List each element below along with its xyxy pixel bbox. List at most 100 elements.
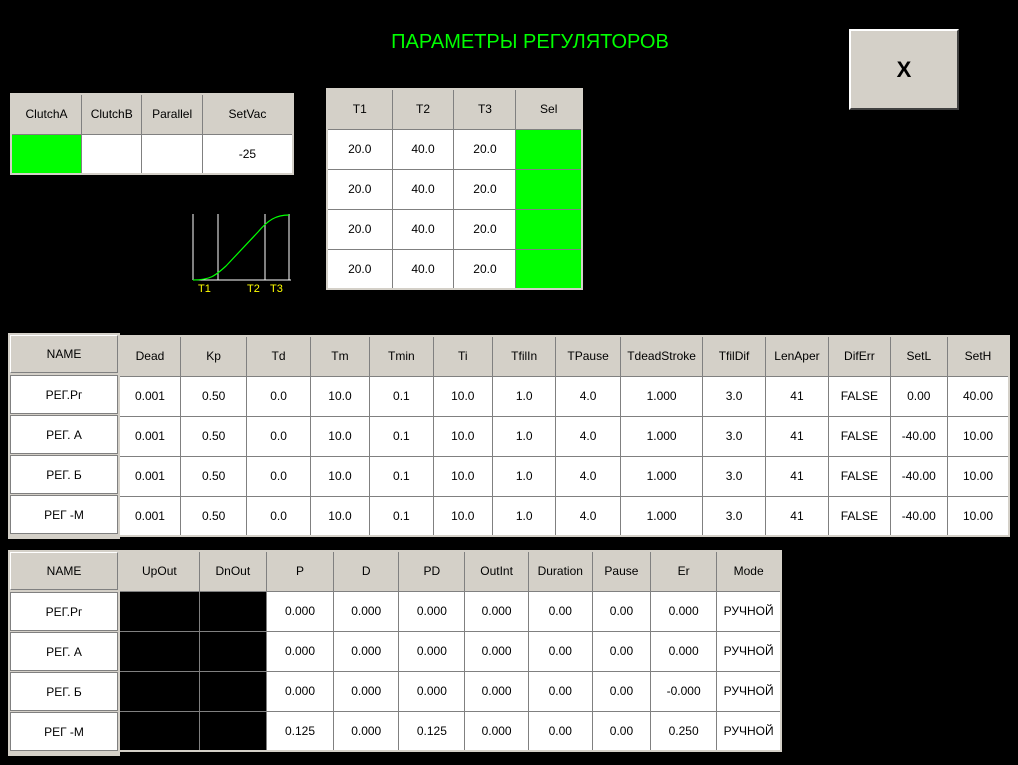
tfildif-cell[interactable]: 3.0: [702, 415, 766, 457]
mode-cell[interactable]: РУЧНОЙ: [716, 670, 782, 712]
sel-indicator[interactable]: [515, 168, 583, 210]
dead-cell[interactable]: 0.001: [118, 455, 181, 497]
upout-indicator: [118, 710, 200, 752]
lenaper-cell[interactable]: 41: [764, 375, 830, 417]
close-button[interactable]: X: [849, 29, 959, 110]
sel-indicator[interactable]: [515, 208, 583, 250]
col-header-td: Td: [246, 335, 311, 377]
setl-cell[interactable]: -40.00: [889, 455, 948, 497]
tdeadstroke-cell[interactable]: 1.000: [619, 495, 704, 537]
seth-cell[interactable]: 10.00: [946, 495, 1010, 537]
mode-cell[interactable]: РУЧНОЙ: [716, 590, 782, 632]
setl-cell[interactable]: -40.00: [889, 415, 948, 457]
t2-value[interactable]: 40.0: [391, 168, 455, 210]
seth-cell[interactable]: 10.00: [946, 415, 1010, 457]
ti-cell[interactable]: 10.0: [432, 415, 493, 457]
sel-indicator[interactable]: [515, 128, 583, 170]
kp-cell[interactable]: 0.50: [179, 415, 248, 457]
td-cell[interactable]: 0.0: [246, 455, 311, 497]
tfilin-cell[interactable]: 1.0: [491, 375, 557, 417]
kp-cell[interactable]: 0.50: [179, 495, 248, 537]
col-header-setl: SetL: [889, 335, 948, 377]
tpause-cell[interactable]: 4.0: [555, 375, 621, 417]
tpause-cell[interactable]: 4.0: [555, 455, 621, 497]
t2-value[interactable]: 40.0: [391, 248, 455, 290]
dead-cell[interactable]: 0.001: [118, 375, 181, 417]
td-cell[interactable]: 0.0: [246, 495, 311, 537]
tfildif-cell[interactable]: 3.0: [702, 455, 766, 497]
setvac-value[interactable]: -25: [201, 133, 294, 175]
kp-cell[interactable]: 0.50: [179, 375, 248, 417]
dead-cell[interactable]: 0.001: [118, 415, 181, 457]
col-header-pause: Pause: [591, 550, 652, 592]
mode-cell[interactable]: РУЧНОЙ: [716, 630, 782, 672]
td-cell[interactable]: 0.0: [246, 415, 311, 457]
pd-cell: 0.000: [398, 630, 466, 672]
t1-value[interactable]: 20.0: [326, 128, 393, 170]
tfildif-cell[interactable]: 3.0: [702, 495, 766, 537]
t3-value[interactable]: 20.0: [453, 248, 517, 290]
diferr-cell[interactable]: FALSE: [828, 495, 891, 537]
tm-cell[interactable]: 10.0: [309, 375, 371, 417]
ti-cell[interactable]: 10.0: [432, 455, 493, 497]
t1-value[interactable]: 20.0: [326, 248, 393, 290]
tfilin-cell[interactable]: 1.0: [491, 495, 557, 537]
tm-cell[interactable]: 10.0: [309, 495, 371, 537]
tdeadstroke-cell[interactable]: 1.000: [619, 455, 704, 497]
tdeadstroke-cell[interactable]: 1.000: [619, 375, 704, 417]
t2-value[interactable]: 40.0: [391, 208, 455, 250]
diferr-cell[interactable]: FALSE: [828, 455, 891, 497]
tmin-cell[interactable]: 0.1: [369, 375, 434, 417]
tm-cell[interactable]: 10.0: [309, 455, 371, 497]
t1-value[interactable]: 20.0: [326, 208, 393, 250]
lenaper-cell[interactable]: 41: [764, 455, 830, 497]
t-header-t1: T1: [326, 88, 393, 130]
table-row: 0.001 0.50 0.0 10.0 0.1 10.0 1.0 4.0 1.0…: [118, 375, 1010, 417]
clutch-header-clutchb: ClutchB: [80, 93, 143, 135]
ti-cell[interactable]: 10.0: [432, 495, 493, 537]
parallel-indicator[interactable]: [141, 133, 203, 175]
tfilin-cell[interactable]: 1.0: [491, 415, 557, 457]
mode-cell[interactable]: РУЧНОЙ: [716, 710, 782, 752]
tmin-cell[interactable]: 0.1: [369, 455, 434, 497]
tmin-cell[interactable]: 0.1: [369, 495, 434, 537]
t3-label: T3: [270, 283, 283, 295]
tdeadstroke-cell[interactable]: 1.000: [619, 415, 704, 457]
sel-indicator[interactable]: [515, 248, 583, 290]
tpause-cell[interactable]: 4.0: [555, 495, 621, 537]
tmin-cell[interactable]: 0.1: [369, 415, 434, 457]
t3-value[interactable]: 20.0: [453, 128, 517, 170]
t3-value[interactable]: 20.0: [453, 168, 517, 210]
td-cell[interactable]: 0.0: [246, 375, 311, 417]
table-row: 0.000 0.000 0.000 0.000 0.00 0.00 0.000 …: [118, 590, 782, 632]
t1-value[interactable]: 20.0: [326, 168, 393, 210]
duration-cell: 0.00: [527, 670, 593, 712]
diferr-cell[interactable]: FALSE: [828, 375, 891, 417]
tfildif-cell[interactable]: 3.0: [702, 375, 766, 417]
col-header-tm: Tm: [309, 335, 371, 377]
diferr-cell[interactable]: FALSE: [828, 415, 891, 457]
seth-cell[interactable]: 40.00: [946, 375, 1010, 417]
duration-cell: 0.00: [527, 710, 593, 752]
t3-value[interactable]: 20.0: [453, 208, 517, 250]
p-cell: 0.000: [265, 630, 335, 672]
seth-cell[interactable]: 10.00: [946, 455, 1010, 497]
er-cell: -0.000: [650, 670, 718, 712]
tpause-cell[interactable]: 4.0: [555, 415, 621, 457]
setl-cell[interactable]: -40.00: [889, 495, 948, 537]
t2-value[interactable]: 40.0: [391, 128, 455, 170]
lenaper-cell[interactable]: 41: [764, 415, 830, 457]
lenaper-cell[interactable]: 41: [764, 495, 830, 537]
clutch-b-indicator[interactable]: [80, 133, 143, 175]
ti-cell[interactable]: 10.0: [432, 375, 493, 417]
col-header-d: D: [333, 550, 400, 592]
setl-cell[interactable]: 0.00: [889, 375, 948, 417]
upout-indicator: [118, 670, 200, 712]
pause-cell: 0.00: [591, 710, 652, 752]
clutch-a-indicator[interactable]: [10, 133, 82, 175]
tm-cell[interactable]: 10.0: [309, 415, 371, 457]
tfilin-cell[interactable]: 1.0: [491, 455, 557, 497]
table-row: 0.000 0.000 0.000 0.000 0.00 0.00 0.000 …: [118, 630, 782, 672]
kp-cell[interactable]: 0.50: [179, 455, 248, 497]
dead-cell[interactable]: 0.001: [118, 495, 181, 537]
